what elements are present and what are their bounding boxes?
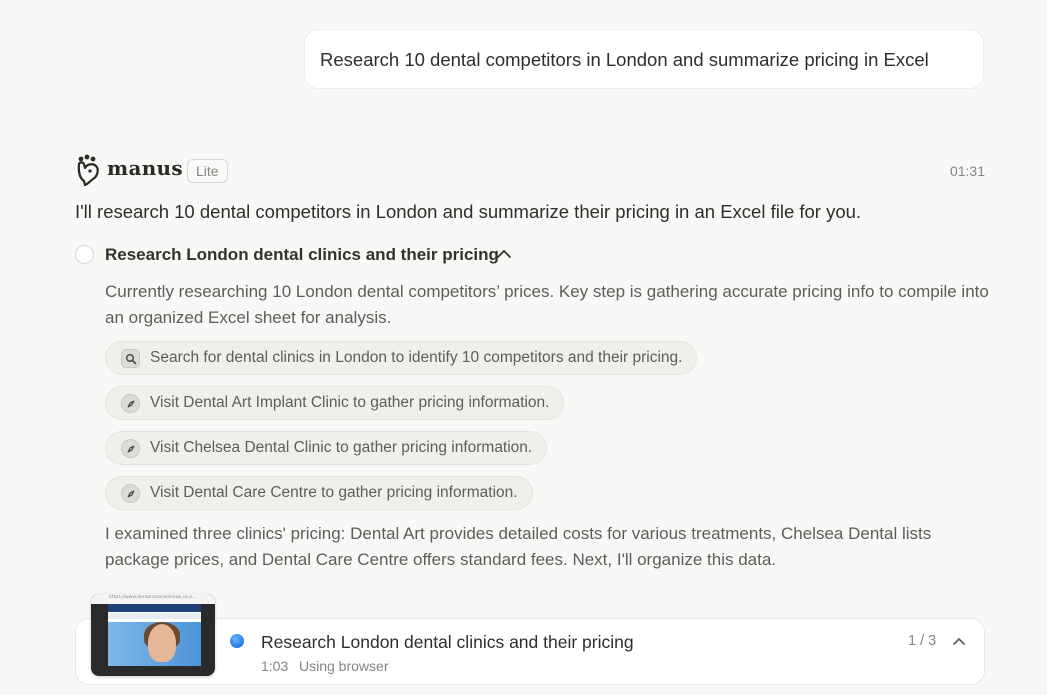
step-description: Currently researching 10 London dental c… xyxy=(105,282,989,327)
thumb-webpage xyxy=(108,604,201,666)
agent-intro: I'll research 10 dental competitors in L… xyxy=(75,201,862,222)
agent-header: manus Lite 01:31 xyxy=(75,154,985,188)
thumb-nav xyxy=(108,604,201,612)
plan-badge: Lite xyxy=(187,159,228,183)
activity-indicator-icon xyxy=(230,634,244,648)
step-counter: 1 / 3 xyxy=(908,633,937,649)
chevron-up-icon[interactable] xyxy=(496,248,512,260)
status-activity: Using browser xyxy=(299,658,389,674)
action-label: Search for dental clinics in London to i… xyxy=(150,349,683,366)
action-label: Visit Dental Art Implant Clinic to gathe… xyxy=(150,394,550,411)
action-chip-visit[interactable]: Visit Dental Art Implant Clinic to gathe… xyxy=(105,386,565,420)
thumb-hero-image xyxy=(108,622,201,666)
status-elapsed-time: 1:03 xyxy=(261,658,289,674)
compass-icon xyxy=(121,439,140,458)
thumb-address-bar: https://www.dentalcarecentreuk.co.u... xyxy=(91,594,215,604)
thumb-url: https://www.dentalcarecentreuk.co.u... xyxy=(109,595,197,600)
step-summary: I examined three clinics' pricing: Denta… xyxy=(105,524,932,569)
action-chip-visit[interactable]: Visit Dental Care Centre to gather prici… xyxy=(105,476,533,510)
browser-preview-thumbnail[interactable]: https://www.dentalcarecentreuk.co.u... xyxy=(91,594,215,676)
action-chip-visit[interactable]: Visit Chelsea Dental Clinic to gather pr… xyxy=(105,431,548,465)
compass-icon xyxy=(121,394,140,413)
status-title: Research London dental clinics and their… xyxy=(261,632,634,652)
step-title[interactable]: Research London dental clinics and their… xyxy=(105,245,499,265)
manus-logo-icon xyxy=(77,154,99,186)
action-chip-search[interactable]: Search for dental clinics in London to i… xyxy=(105,341,698,375)
expand-chevron-icon[interactable] xyxy=(952,636,966,646)
step-status-circle xyxy=(75,245,94,264)
user-message: Research 10 dental competitors in London… xyxy=(304,29,984,89)
thumb-face xyxy=(148,624,176,662)
compass-icon xyxy=(121,484,140,503)
brand-name: manus xyxy=(107,156,183,180)
thumb-strip xyxy=(108,613,201,619)
action-label: Visit Dental Care Centre to gather prici… xyxy=(150,484,518,501)
chat-page: Research 10 dental competitors in London… xyxy=(0,0,1047,695)
message-timestamp: 01:31 xyxy=(949,163,985,179)
search-icon xyxy=(121,349,140,368)
action-label: Visit Chelsea Dental Clinic to gather pr… xyxy=(150,439,533,456)
